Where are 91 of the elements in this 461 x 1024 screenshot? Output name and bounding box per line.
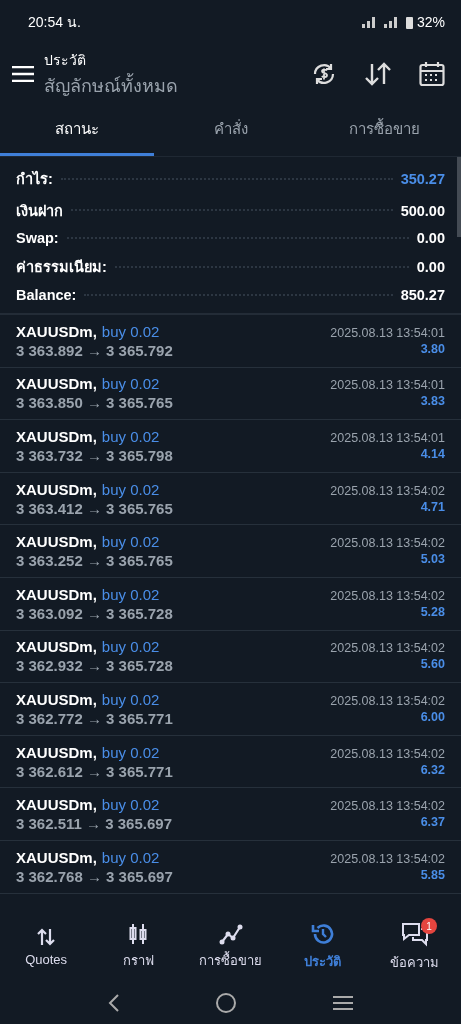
deal-profit: 4.71: [420, 499, 445, 514]
deal-profit: 5.60: [420, 657, 445, 672]
deal-prices: 3 362.772 → 3 365.771: [16, 709, 173, 727]
deal-time: 2025.08.13 13:54:02: [330, 588, 445, 603]
nav-item[interactable]: 1 ข้อความ: [368, 912, 461, 982]
chat-icon: [400, 921, 429, 947]
deal-profit: 5.28: [420, 604, 445, 619]
arrows-icon: [36, 927, 57, 947]
deal-side: buy 0.02: [101, 638, 160, 656]
deal-side: buy 0.02: [101, 322, 160, 340]
deal-time: 2025.08.13 13:54:02: [330, 641, 445, 656]
deal-prices: 3 362.932 → 3 365.728: [16, 657, 173, 675]
deal-prices: 3 363.252 → 3 365.765: [16, 552, 173, 570]
header-subtitle: ประวัติ: [44, 50, 87, 70]
tab[interactable]: การซื้อขาย: [307, 104, 461, 156]
deal-prices: 3 362.511 → 3 365.697: [16, 815, 172, 833]
deal-time: 2025.08.13 13:54:01: [330, 325, 445, 340]
deal-side: buy 0.02: [101, 585, 160, 603]
deal-time: 2025.08.13 13:54:01: [330, 378, 445, 393]
deal-time: 2025.08.13 13:54:02: [330, 483, 445, 498]
deal-time: 2025.08.13 13:54:02: [330, 799, 445, 814]
recent-apps-icon[interactable]: [331, 995, 354, 1011]
deal-symbol: XAUUSDm,: [16, 322, 97, 340]
battery-level: 32%: [416, 14, 445, 30]
home-icon[interactable]: [215, 992, 238, 1014]
deal-profit: 6.00: [420, 709, 445, 724]
deal-side: buy 0.02: [101, 690, 160, 708]
deal-profit: 4.14: [420, 447, 445, 461]
deal-side: buy 0.02: [101, 848, 160, 866]
deal-profit: 5.85: [420, 867, 445, 882]
header-title[interactable]: สัญลักษณ์ทั้งหมด: [44, 70, 283, 100]
summary-label: เงินฝาก: [16, 201, 63, 221]
tab[interactable]: สถานะ: [0, 104, 154, 156]
deal-profit: 6.37: [420, 815, 445, 830]
deal-prices: 3 363.092 → 3 365.728: [16, 604, 173, 622]
deal-prices: 3 363.412 → 3 365.765: [16, 499, 173, 517]
deal-time: 2025.08.13 13:54:01: [330, 431, 445, 445]
nav-item[interactable]: ประวัติ: [276, 912, 369, 982]
candlestick-icon: [128, 923, 149, 945]
deal-time: 2025.08.13 13:54:02: [330, 851, 445, 866]
deal-side: buy 0.02: [101, 480, 160, 498]
menu-icon[interactable]: [12, 66, 34, 82]
deal-time: 2025.08.13 13:54:02: [330, 536, 445, 551]
deal-prices: 3 363.732 → 3 365.798: [16, 447, 173, 464]
summary-value: 0.00: [416, 230, 445, 247]
nav-item[interactable]: กราฟ: [92, 912, 185, 982]
nav-item[interactable]: การซื้อขาย: [184, 912, 277, 982]
deal-symbol: XAUUSDm,: [16, 638, 97, 656]
deal-symbol: XAUUSDm,: [16, 480, 97, 498]
summary-value: 500.00: [400, 202, 445, 219]
deal-symbol: XAUUSDm,: [16, 375, 97, 393]
deal-profit: 3.80: [420, 341, 445, 356]
deal-symbol: XAUUSDm,: [16, 585, 97, 603]
calendar-icon[interactable]: [419, 61, 445, 87]
deal-side: buy 0.02: [101, 375, 160, 393]
deal-prices: 3 363.850 → 3 365.765: [16, 394, 173, 412]
deal-prices: 3 362.768 → 3 365.697: [16, 867, 173, 885]
currency-sync-icon[interactable]: [311, 61, 337, 87]
deal-time: 2025.08.13 13:54:02: [330, 693, 445, 708]
summary-value: 850.27: [400, 286, 445, 303]
summary-value: 0.00: [416, 259, 445, 276]
deal-prices: 3 363.892 → 3 365.792: [16, 341, 173, 359]
summary-label: กำไร:: [16, 170, 53, 190]
deal-time: 2025.08.13 13:54:02: [330, 746, 445, 761]
back-icon[interactable]: [107, 993, 122, 1013]
deal-symbol: XAUUSDm,: [16, 533, 97, 551]
deal-symbol: XAUUSDm,: [16, 848, 97, 866]
deal-profit: 6.32: [420, 762, 445, 777]
sort-icon[interactable]: [365, 62, 391, 86]
deal-symbol: XAUUSDm,: [16, 690, 97, 708]
deal-side: buy 0.02: [101, 533, 160, 551]
nav-item[interactable]: Quotes: [0, 912, 93, 982]
notification-badge: 1: [420, 918, 437, 934]
summary-label: Balance:: [16, 286, 77, 303]
deal-symbol: XAUUSDm,: [16, 428, 97, 445]
deal-side: buy 0.02: [101, 428, 160, 445]
summary-label: Swap:: [16, 230, 59, 247]
deal-prices: 3 362.612 → 3 365.771: [16, 762, 173, 780]
summary-label: ค่าธรรมเนียม:: [16, 258, 107, 278]
history-icon: [310, 922, 335, 946]
tab[interactable]: คำสั่ง: [153, 104, 308, 156]
deal-profit: 3.83: [420, 394, 445, 409]
summary-value: 350.27: [400, 171, 445, 188]
deal-symbol: XAUUSDm,: [16, 743, 97, 761]
deal-profit: 5.03: [420, 552, 445, 567]
status-time: 20:54 น.: [28, 13, 81, 32]
battery-icon: [405, 15, 413, 29]
line-chart-icon: [218, 923, 243, 945]
deal-side: buy 0.02: [101, 743, 160, 761]
deal-side: buy 0.02: [101, 796, 160, 814]
deal-symbol: XAUUSDm,: [16, 796, 97, 814]
